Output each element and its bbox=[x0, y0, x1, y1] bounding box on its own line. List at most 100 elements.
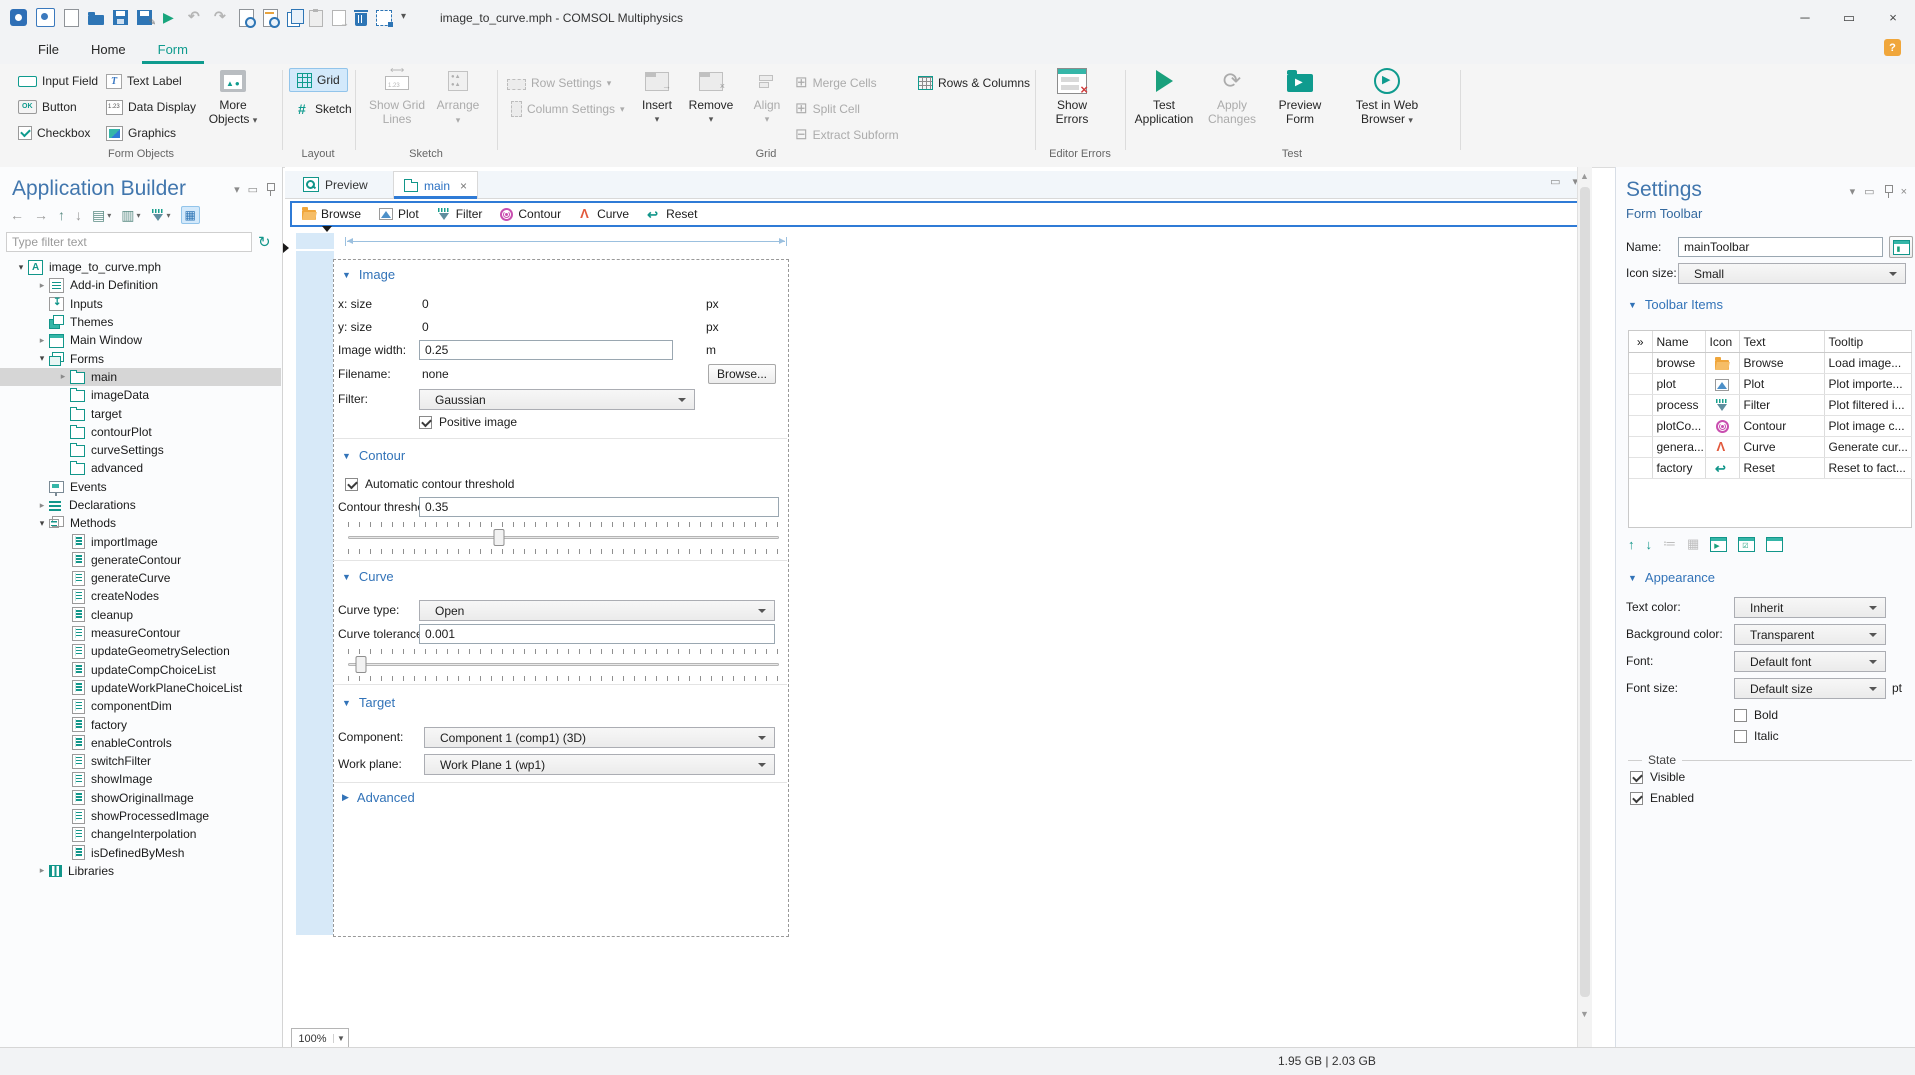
ribbon-tab-home[interactable]: Home bbox=[75, 37, 142, 64]
tree-item-add-in-definition[interactable]: ▸ Add-in Definition bbox=[0, 276, 281, 294]
add-separator-button[interactable] bbox=[1766, 536, 1784, 552]
save-button[interactable] bbox=[113, 10, 128, 25]
settings-float-icon[interactable]: ▭ bbox=[1864, 185, 1874, 198]
ribbon-tab-form[interactable]: Form bbox=[141, 37, 204, 64]
tab-preview[interactable]: Preview bbox=[293, 171, 378, 198]
settings-pin-icon[interactable] bbox=[1884, 185, 1893, 198]
grid-corner-header[interactable] bbox=[296, 233, 334, 249]
test-application-button[interactable]: Test Application bbox=[1128, 66, 1200, 126]
section-contour[interactable]: ▼ Contour bbox=[342, 448, 405, 463]
data-display-button[interactable]: Data Display bbox=[106, 98, 196, 116]
forward-button[interactable]: → bbox=[34, 207, 48, 223]
curve-toolbar-button[interactable]: Curve bbox=[579, 207, 629, 222]
arrange-button[interactable]: Arrange▾ bbox=[430, 66, 486, 127]
section-target[interactable]: ▼ Target bbox=[342, 695, 395, 710]
button-object-button[interactable]: Button bbox=[18, 98, 77, 116]
expand-all-button[interactable]: ▤ ▾ bbox=[92, 207, 111, 224]
bold-checkbox[interactable] bbox=[1734, 708, 1747, 722]
form-toolbar-object[interactable]: Browse Plot Filter Contour Curve Reset bbox=[290, 201, 1585, 227]
positive-image-checkbox-row[interactable]: Positive image bbox=[419, 415, 517, 429]
show-grid-lines-button[interactable]: Show Grid Lines bbox=[366, 64, 428, 126]
enabled-checkbox[interactable] bbox=[1630, 791, 1643, 805]
tree-item-enablecontrols[interactable]: enableControls bbox=[0, 734, 281, 752]
expander-icon[interactable]: ▸ bbox=[56, 371, 70, 382]
tab-main[interactable]: main × bbox=[393, 171, 479, 199]
font-size-select[interactable]: Default size bbox=[1734, 678, 1886, 699]
tree-item-themes[interactable]: Themes bbox=[0, 313, 281, 331]
curve-tolerance-slider[interactable] bbox=[348, 649, 779, 681]
test-in-web-browser-button[interactable]: Test in Web Browser ▾ bbox=[1344, 66, 1430, 127]
tree-item-isdefinedbymesh[interactable]: isDefinedByMesh bbox=[0, 844, 281, 862]
undo-button[interactable] bbox=[187, 8, 204, 26]
settings-menu-icon[interactable]: ▾ bbox=[1850, 185, 1856, 198]
row-settings-button[interactable]: Row Settings ▾ bbox=[507, 74, 611, 92]
item-text-cell[interactable]: Contour bbox=[1739, 415, 1825, 437]
tree-item-methods[interactable]: ▾ Methods bbox=[0, 514, 281, 532]
redo-button[interactable] bbox=[213, 8, 230, 26]
tree-item-showoriginalimage[interactable]: showOriginalImage bbox=[0, 789, 281, 807]
tree-filter-button[interactable]: ▾ bbox=[151, 208, 171, 222]
auto-threshold-checkbox-row[interactable]: Automatic contour threshold bbox=[345, 477, 514, 491]
filter-toolbar-button[interactable]: Filter bbox=[437, 207, 482, 221]
paste-button[interactable] bbox=[309, 8, 323, 27]
collapse-all-button[interactable]: ▥ ▾ bbox=[121, 207, 140, 224]
browse-toolbar-button[interactable]: Browse bbox=[302, 207, 361, 221]
rows-and-columns-button[interactable]: Rows & Columns bbox=[918, 74, 1030, 92]
tree-item-libraries[interactable]: ▸ Libraries bbox=[0, 862, 281, 880]
edit-name-button[interactable]: ▮ bbox=[1889, 236, 1913, 258]
add-toggle-item-button[interactable]: ☑ bbox=[1738, 536, 1756, 552]
item-text-cell[interactable]: Filter bbox=[1739, 394, 1825, 416]
tree-item-updatecompchoicelist[interactable]: updateCompChoiceList bbox=[0, 661, 281, 679]
settings-close-icon[interactable]: × bbox=[1901, 186, 1907, 198]
tree-item-forms[interactable]: ▾ Forms bbox=[0, 349, 281, 367]
add-item-button[interactable]: ▶ bbox=[1710, 536, 1728, 552]
toolbar-items-table[interactable]: » Name Icon Text Tooltip browse Browse Loa… bbox=[1628, 330, 1912, 528]
item-tooltip-cell[interactable]: Reset to fact... bbox=[1824, 457, 1912, 479]
edit-item-button[interactable]: ▦ bbox=[1687, 536, 1699, 552]
enabled-checkbox-row[interactable]: Enabled bbox=[1630, 791, 1694, 805]
move-item-up-button[interactable]: ↑ bbox=[1628, 537, 1635, 552]
expander-icon[interactable]: ▸ bbox=[35, 500, 49, 511]
item-icon-cell[interactable] bbox=[1705, 373, 1740, 395]
section-toolbar-items[interactable]: ▼ Toolbar Items bbox=[1628, 297, 1723, 312]
item-text-cell[interactable]: Browse bbox=[1739, 352, 1825, 374]
column-settings-button[interactable]: Column Settings ▾ bbox=[507, 100, 625, 118]
italic-checkbox-row[interactable]: Italic bbox=[1734, 729, 1779, 743]
visible-checkbox-row[interactable]: Visible bbox=[1630, 770, 1685, 784]
slider-thumb[interactable] bbox=[493, 529, 505, 546]
graphics-button[interactable]: Graphics bbox=[106, 124, 176, 142]
slider-track[interactable] bbox=[348, 536, 779, 539]
component-select[interactable]: Component 1 (comp1) (3D) bbox=[424, 727, 775, 748]
preview-form-button[interactable]: Preview Form bbox=[1268, 66, 1332, 126]
editor-float-icon[interactable]: ▭ bbox=[1550, 175, 1560, 188]
tree-item-image-to-curve-mph[interactable]: ▾ image_to_curve.mph bbox=[0, 258, 281, 276]
toolbar-item-row[interactable]: factory ResetReset to fact... bbox=[1629, 457, 1912, 479]
tree-item-importimage[interactable]: importImage bbox=[0, 532, 281, 550]
tree-item-cleanup[interactable]: cleanup bbox=[0, 606, 281, 624]
panel-menu-icon[interactable]: ▾ bbox=[234, 183, 240, 196]
scroll-up-icon[interactable]: ▲ bbox=[1580, 171, 1589, 181]
checkbox-object-button[interactable]: Checkbox bbox=[18, 124, 90, 142]
expander-icon[interactable]: ▾ bbox=[35, 353, 49, 364]
item-tooltip-cell[interactable]: Plot filtered i... bbox=[1824, 394, 1912, 416]
expander-icon[interactable]: ▸ bbox=[35, 865, 49, 876]
move-item-down-button[interactable]: ↓ bbox=[1646, 537, 1653, 552]
column-header-name[interactable]: Name bbox=[1652, 331, 1706, 353]
slider-thumb[interactable] bbox=[355, 656, 367, 673]
section-curve[interactable]: ▼ Curve bbox=[342, 569, 394, 584]
item-icon-cell[interactable] bbox=[1705, 457, 1740, 479]
panel-float-icon[interactable]: ▭ bbox=[248, 183, 258, 196]
work-plane-select[interactable]: Work Plane 1 (wp1) bbox=[424, 754, 775, 775]
tree-item-contourplot[interactable]: contourPlot bbox=[0, 423, 281, 441]
reset-toolbar-button[interactable]: Reset bbox=[647, 207, 697, 223]
remove-button[interactable]: × Remove ▾ bbox=[683, 66, 739, 126]
apply-changes-button[interactable]: ⟳ Apply Changes bbox=[1202, 66, 1262, 126]
minimize-button[interactable]: ─ bbox=[1783, 0, 1827, 35]
editor-vertical-scrollbar[interactable]: ▲ ▼ bbox=[1577, 167, 1592, 1047]
tree-item-advanced[interactable]: advanced bbox=[0, 459, 281, 477]
new-file-button[interactable] bbox=[64, 8, 79, 27]
curve-tolerance-input[interactable] bbox=[419, 624, 775, 644]
open-file-button[interactable] bbox=[88, 12, 104, 25]
toolbar-item-row[interactable]: browse Browse Load image... bbox=[1629, 352, 1912, 374]
contour-threshold-slider[interactable] bbox=[348, 522, 779, 554]
